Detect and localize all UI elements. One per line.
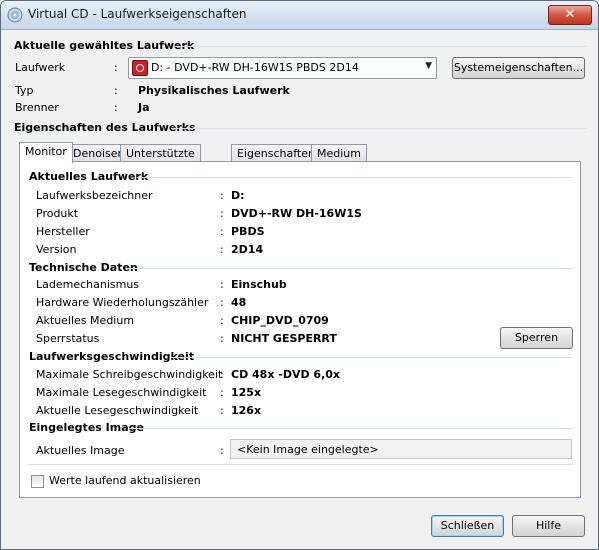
max-read-speed-value: 125x: [231, 386, 262, 399]
divider: [28, 464, 573, 465]
refresh-values-checkbox[interactable]: [31, 475, 44, 488]
version-value: 2D14: [231, 243, 264, 256]
current-image-label: Aktuelles Image: [36, 444, 125, 457]
tab-supported-media[interactable]: Unterstützte Medien: [120, 144, 201, 177]
divider: [129, 428, 573, 429]
burner-label: Brenner: [15, 101, 59, 114]
current-drive-header: Aktuelles Laufwerk: [29, 170, 149, 183]
colon: :: [220, 296, 224, 309]
colon: :: [220, 368, 224, 381]
divider: [173, 46, 586, 47]
max-write-speed-value: CD 48x -DVD 6,0x: [231, 368, 341, 381]
colon: :: [220, 444, 224, 457]
window-title: Virtual CD - Laufwerkseigenschaften: [28, 7, 247, 21]
chevron-down-icon[interactable]: ▼: [425, 61, 432, 71]
divider: [137, 177, 573, 178]
colon: :: [220, 207, 224, 220]
system-properties-button[interactable]: Systemeigenschaften...: [452, 57, 585, 79]
drive-identifier-label: Laufwerksbezeichner: [36, 189, 153, 202]
current-image-field: <Kein Image eingelegte>: [230, 439, 572, 459]
retry-counter-label: Hardware Wiederholungszähler: [36, 296, 209, 309]
drive-select-value: D: - DVD+-RW DH-16W1S PBDS 2D14: [151, 61, 359, 74]
title-bar[interactable]: Virtual CD - Laufwerkseigenschaften ✕: [1, 1, 598, 30]
colon: :: [220, 332, 224, 345]
colon: :: [220, 314, 224, 327]
manufacturer-label: Hersteller: [36, 225, 90, 238]
tab-properties[interactable]: Eigenschaften: [231, 144, 321, 162]
colon: :: [220, 278, 224, 291]
divider: [171, 128, 586, 129]
colon: :: [114, 101, 118, 114]
drive-speed-header: Laufwerksgeschwindigkeit: [29, 350, 194, 363]
drive-properties-header: Eigenschaften des Laufwerks: [14, 121, 196, 134]
lock-status-label: Sperrstatus: [36, 332, 100, 345]
close-button[interactable]: Schließen: [431, 515, 504, 537]
lock-status-value: NICHT GESPERRT: [231, 332, 337, 345]
drive-icon: [132, 60, 148, 76]
current-read-speed-value: 126x: [231, 404, 262, 417]
load-mechanism-value: Einschub: [231, 278, 287, 291]
drive-identifier-value: D:: [231, 189, 245, 202]
product-value: DVD+-RW DH-16W1S: [231, 207, 362, 220]
colon: :: [220, 225, 224, 238]
inserted-image-header: Eingelegtes Image: [29, 421, 144, 434]
current-medium-value: CHIP_DVD_0709: [231, 314, 329, 327]
burner-value: Ja: [138, 101, 150, 114]
colon: :: [220, 243, 224, 256]
max-write-speed-label: Maximale Schreibgeschwindigkeit: [36, 368, 223, 381]
tab-medium[interactable]: Medium: [311, 144, 367, 162]
current-medium-label: Aktuelles Medium: [36, 314, 135, 327]
current-read-speed-label: Aktuelle Lesegeschwindigkeit: [36, 404, 199, 417]
current-drive-section-header: Aktuelle gewähltes Laufwerk: [14, 39, 195, 52]
drive-select[interactable]: D: - DVD+-RW DH-16W1S PBDS 2D14 ▼: [128, 57, 437, 79]
close-icon[interactable]: ✕: [548, 5, 592, 25]
manufacturer-value: PBDS: [231, 225, 265, 238]
lock-button[interactable]: Sperren: [500, 327, 573, 349]
refresh-values-label[interactable]: Werte laufend aktualisieren: [49, 474, 201, 487]
max-read-speed-label: Maximale Lesegeschwindigkeit: [36, 386, 207, 399]
colon: :: [114, 84, 118, 97]
tab-denoiser[interactable]: Denoiser: [67, 144, 129, 162]
colon: :: [220, 386, 224, 399]
retry-counter-value: 48: [231, 296, 247, 309]
dialog-window: Virtual CD - Laufwerkseigenschaften ✕ Ak…: [0, 0, 599, 550]
version-label: Version: [36, 243, 77, 256]
technical-data-header: Technische Daten: [29, 261, 138, 274]
divider: [126, 268, 573, 269]
colon: :: [220, 189, 224, 202]
product-label: Produkt: [36, 207, 79, 220]
colon: :: [220, 404, 224, 417]
monitor-panel: Aktuelles Laufwerk Laufwerksbezeichner :…: [19, 161, 581, 498]
colon: :: [114, 61, 118, 74]
type-label: Typ: [15, 84, 34, 97]
tab-monitor[interactable]: Monitor: [19, 142, 73, 163]
help-button[interactable]: Hilfe: [512, 515, 585, 537]
type-value: Physikalisches Laufwerk: [138, 84, 290, 97]
load-mechanism-label: Lademechanismus: [36, 278, 140, 291]
drive-label: Laufwerk: [15, 61, 66, 74]
virtual-cd-app-icon: [7, 7, 23, 23]
divider: [171, 357, 573, 358]
